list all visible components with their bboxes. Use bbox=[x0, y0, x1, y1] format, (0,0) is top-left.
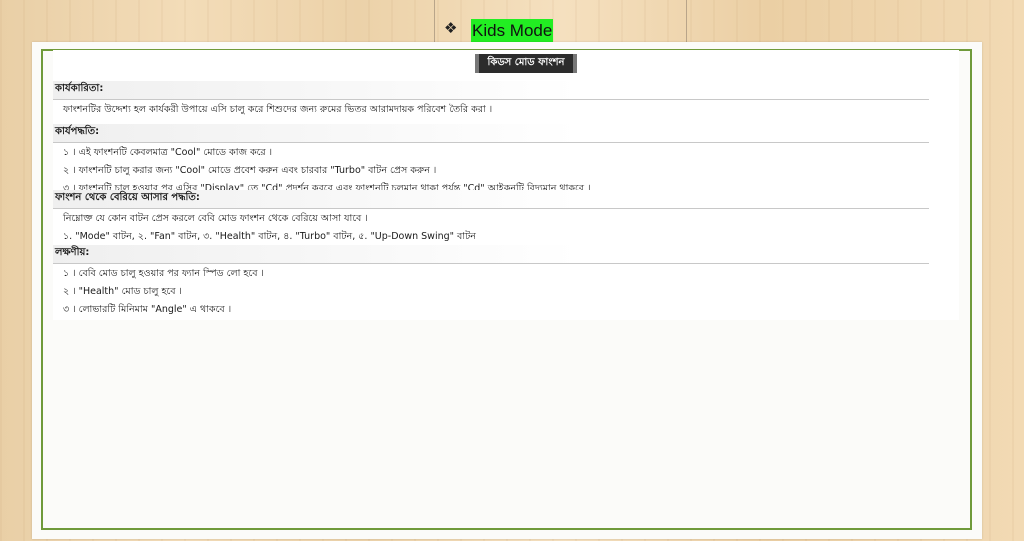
section-header: লক্ষণীয়: bbox=[53, 245, 929, 264]
section-notes: লক্ষণীয়: ১ । বেবি মোড চালু হওয়ার পর ফ্… bbox=[53, 245, 929, 318]
section-line: ফাংশনটির উদ্দেশ্য হল কার্যকরী উপায়ে এসি… bbox=[63, 104, 493, 115]
document-heading: কিডস মোড ফাংশন bbox=[475, 54, 577, 73]
section-header: কার্যকারিতা: bbox=[53, 81, 929, 100]
section-functionality: কার্যকারিতা: ফাংশনটির উদ্দেশ্য হল কার্যক… bbox=[53, 81, 929, 118]
section-header: ফাংশন থেকে বেরিয়ে আসার পদ্ধতি: bbox=[53, 190, 929, 209]
section-exit-procedure: ফাংশন থেকে বেরিয়ে আসার পদ্ধতি: নিম্নোক্… bbox=[53, 190, 929, 245]
section-line: ১ । এই ফাংশনটি কেবলমাত্র "Cool" মোডে কাজ… bbox=[63, 147, 273, 158]
document-image: কিডস মোড ফাংশন কার্যকারিতা: ফাংশনটির উদ্… bbox=[53, 50, 959, 320]
diamond-bullet-icon: ❖ bbox=[444, 19, 458, 37]
section-line: নিম্নোক্ত যে কোন বাটন প্রেস করলে বেবি মো… bbox=[63, 213, 368, 224]
section-line: ২ । "Health" মোড চালু হবে । bbox=[63, 286, 182, 297]
section-line: ১ । বেবি মোড চালু হওয়ার পর ফ্যান স্পিড … bbox=[63, 268, 264, 279]
slide-title: Kids Mode bbox=[471, 19, 554, 42]
section-procedure: কার্যপদ্ধতি: ১ । এই ফাংশনটি কেবলমাত্র "C… bbox=[53, 124, 929, 197]
section-line: ৩ । লোভারটি মিনিমাম "Angle" এ থাকবে । bbox=[63, 304, 232, 315]
section-header: কার্যপদ্ধতি: bbox=[53, 124, 929, 143]
section-line: ১. "Mode" বাটন, ২. "Fan" বাটন, ৩. "Healt… bbox=[63, 231, 476, 242]
section-line: ২ । ফাংশনটি চালু করার জন্য "Cool" মোডে প… bbox=[63, 165, 437, 176]
